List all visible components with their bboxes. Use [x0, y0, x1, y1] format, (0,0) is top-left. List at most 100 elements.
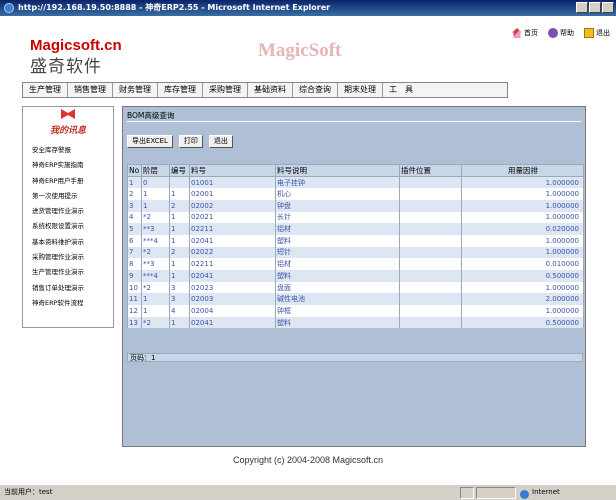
home-icon: [512, 28, 522, 38]
column-header[interactable]: 料号: [189, 164, 276, 177]
cell-seq: [169, 176, 190, 189]
column-header[interactable]: 阶层: [141, 164, 170, 177]
cell-part-no: 02004: [189, 305, 276, 317]
action-buttons: 导出EXCEL 打印 退出: [127, 135, 233, 148]
cell-no: 1: [127, 176, 142, 189]
exit-link[interactable]: 退出: [584, 28, 610, 38]
sidebar-item-sales-order-demo[interactable]: 销售订单处理演示: [32, 281, 84, 296]
sidebar-item-receiving-demo[interactable]: 进货管理作业演示: [32, 204, 84, 219]
column-header[interactable]: 料号说明: [275, 164, 400, 177]
menu-sales[interactable]: 销售管理: [68, 83, 113, 97]
cell-part-desc: 钟框: [275, 305, 400, 317]
cell-position: [399, 270, 462, 282]
table-row[interactable]: 4 *2 1 02021 长针 1.000000: [127, 211, 584, 224]
cell-no: 3: [127, 199, 142, 212]
table-row[interactable]: 13 *2 1 02041 塑料 0.500000: [127, 316, 584, 329]
cell-seq: 3: [169, 293, 190, 306]
menu-master-data[interactable]: 基础资料: [248, 83, 293, 97]
table-row[interactable]: 12 1 4 02004 钟框 1.000000: [127, 305, 584, 317]
cell-level: *2: [141, 281, 170, 294]
column-header[interactable]: No: [127, 164, 142, 177]
sidebar-item-production-demo[interactable]: 生产管理作业演示: [32, 265, 84, 280]
cell-quantity: 2.000000: [461, 293, 584, 306]
menu-tools[interactable]: 工 具: [383, 83, 419, 97]
cell-seq: 2: [169, 199, 190, 212]
cell-seq: 1: [169, 258, 190, 270]
table-row[interactable]: 5 **3 1 02211 铝材 0.020000: [127, 223, 584, 235]
table-row[interactable]: 9 ***4 1 02041 塑料 0.500000: [127, 270, 584, 282]
cell-no: 8: [127, 258, 142, 270]
sidebar-item-first-use[interactable]: 第一次使用提示: [32, 189, 84, 204]
cell-position: [399, 258, 462, 270]
main-menu: 生产管理 销售管理 财务管理 库存管理 采购管理 基础资料 综合查询 期末处理 …: [22, 82, 508, 98]
cell-level: 1: [141, 305, 170, 317]
cell-part-no: 02001: [189, 188, 276, 200]
window-titlebar: http://192.168.19.50:8888 - 神奇ERP2.55 - …: [0, 0, 616, 16]
menu-finance[interactable]: 财务管理: [113, 83, 158, 97]
cell-quantity: 1.000000: [461, 199, 584, 212]
top-links: 首页 帮助 退出: [512, 28, 610, 38]
browser-window: http://192.168.19.50:8888 - 神奇ERP2.55 - …: [0, 0, 616, 500]
sidebar-item-purchasing-demo[interactable]: 采购管理作业演示: [32, 250, 84, 265]
help-icon: [548, 28, 558, 38]
cell-level: ***4: [141, 270, 170, 282]
column-header[interactable]: 插件位置: [399, 164, 462, 177]
exit-icon: [584, 28, 594, 38]
title-divider: [127, 121, 581, 122]
cell-part-desc: 机心: [275, 188, 400, 200]
menu-production[interactable]: 生产管理: [23, 83, 68, 97]
sidebar-item-process-flow[interactable]: 神奇ERP软件流程: [32, 296, 84, 311]
maximize-button[interactable]: [589, 2, 601, 13]
table-row[interactable]: 10 *2 3 02023 盘面 1.000000: [127, 281, 584, 294]
cell-level: 1: [141, 199, 170, 212]
cell-part-no: 02003: [189, 293, 276, 306]
cell-part-desc: 盘面: [275, 281, 400, 294]
exit-button[interactable]: 退出: [208, 135, 233, 148]
sidebar-item-guide[interactable]: 神奇ERP实施指南: [32, 158, 84, 173]
cell-no: 9: [127, 270, 142, 282]
cell-part-desc: 塑料: [275, 316, 400, 329]
menu-period-end[interactable]: 期末处理: [338, 83, 383, 97]
minimize-button[interactable]: [576, 2, 588, 13]
cell-quantity: 1.000000: [461, 246, 584, 259]
menu-purchasing[interactable]: 采购管理: [203, 83, 248, 97]
table-row[interactable]: 1 0 01001 电子挂钟 1.000000: [127, 176, 584, 189]
cell-quantity: 1.000000: [461, 211, 584, 224]
close-button[interactable]: [602, 2, 614, 13]
cell-no: 13: [127, 316, 142, 329]
cell-seq: 3: [169, 281, 190, 294]
pager: 页码：1: [127, 353, 583, 362]
cell-position: [399, 223, 462, 235]
table-row[interactable]: 3 1 2 02002 钟盘 1.000000: [127, 199, 584, 212]
cell-part-desc: 钟盘: [275, 199, 400, 212]
cell-position: [399, 293, 462, 306]
status-cell: [476, 487, 516, 499]
exit-link-label: 退出: [596, 29, 610, 37]
cell-seq: 1: [169, 270, 190, 282]
table-row[interactable]: 7 *2 2 02022 短针 1.000000: [127, 246, 584, 259]
cell-part-no: 02041: [189, 316, 276, 329]
menu-query[interactable]: 综合查询: [293, 83, 338, 97]
cell-seq: 1: [169, 188, 190, 200]
sidebar-item-manual[interactable]: 神奇ERP用户手册: [32, 174, 84, 189]
ie-icon: [4, 3, 14, 13]
print-button[interactable]: 打印: [178, 135, 203, 148]
home-link[interactable]: 首页: [512, 28, 538, 38]
help-link[interactable]: 帮助: [548, 28, 574, 38]
sidebar-header: 我的讯息: [23, 109, 113, 139]
table-row[interactable]: 8 **3 1 02211 铝材 0.010000: [127, 258, 584, 270]
cell-seq: 2: [169, 246, 190, 259]
table-row[interactable]: 11 1 3 02003 碱性电池 2.000000: [127, 293, 584, 306]
table-row[interactable]: 6 ***4 1 02041 塑料 1.000000: [127, 234, 584, 247]
cell-position: [399, 234, 462, 247]
cell-level: **3: [141, 223, 170, 235]
sidebar-item-permission-demo[interactable]: 系统权限设置演示: [32, 219, 84, 234]
cell-no: 7: [127, 246, 142, 259]
column-header[interactable]: 用量因排: [461, 164, 584, 177]
sidebar-item-safety-stock[interactable]: 安全库存警报: [32, 143, 84, 158]
menu-inventory[interactable]: 库存管理: [158, 83, 203, 97]
export-excel-button[interactable]: 导出EXCEL: [127, 135, 173, 148]
table-row[interactable]: 2 1 1 02001 机心 1.000000: [127, 188, 584, 200]
sidebar-item-master-data-demo[interactable]: 基本资料维护演示: [32, 235, 84, 250]
column-header[interactable]: 编号: [169, 164, 190, 177]
